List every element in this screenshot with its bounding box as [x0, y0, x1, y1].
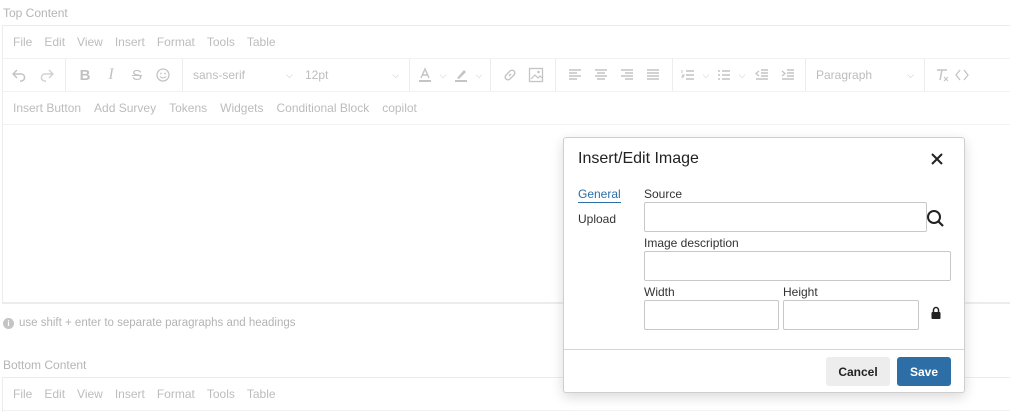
align-left-icon[interactable]	[562, 63, 588, 87]
block-format-value: Paragraph	[816, 68, 873, 82]
strikethrough-icon[interactable]: S	[124, 63, 150, 87]
copilot-button[interactable]: copilot	[382, 101, 417, 115]
menu-insert[interactable]: Insert	[115, 387, 145, 401]
menu-insert[interactable]: Insert	[115, 35, 145, 49]
height-label: Height	[783, 285, 818, 299]
top-content-label: Top Content	[3, 6, 68, 20]
dialog-footer	[564, 349, 964, 350]
font-size-value: 12pt	[305, 68, 329, 82]
numbered-list-icon[interactable]	[677, 63, 699, 87]
insert-image-dialog: Insert/Edit Image General Upload Source …	[563, 137, 965, 393]
align-center-icon[interactable]	[588, 63, 614, 87]
menu-file[interactable]: File	[13, 387, 32, 401]
width-input[interactable]	[644, 300, 779, 330]
tab-upload[interactable]: Upload	[578, 212, 621, 226]
highlight-icon[interactable]	[450, 63, 472, 87]
code-icon[interactable]	[955, 63, 975, 87]
italic-icon[interactable]: I	[98, 63, 124, 87]
top-menubar: File Edit View Insert Format Tools Table	[3, 26, 1010, 59]
custom-toolbar: Insert Button Add Survey Tokens Widgets …	[3, 92, 1010, 125]
menu-view[interactable]: View	[77, 387, 103, 401]
image-icon[interactable]	[523, 63, 549, 87]
menu-tools[interactable]: Tools	[207, 387, 235, 401]
chevron-down-icon: ⌵	[907, 69, 914, 80]
menu-file[interactable]: File	[13, 35, 32, 49]
indent-icon[interactable]	[775, 63, 801, 87]
block-format-select[interactable]: Paragraph ⌵	[810, 63, 920, 87]
save-button[interactable]: Save	[897, 357, 951, 386]
emoji-icon[interactable]	[150, 63, 176, 87]
outdent-icon[interactable]	[749, 63, 775, 87]
chevron-down-icon: ⌵	[392, 69, 399, 80]
cancel-button[interactable]: Cancel	[826, 357, 890, 386]
menu-format[interactable]: Format	[157, 35, 195, 49]
source-input[interactable]	[644, 202, 927, 232]
menu-tools[interactable]: Tools	[207, 35, 235, 49]
top-toolbar: B I S sans-serif ⌵ 12pt ⌵ ⌵ ⌵ ⌵ ⌵ Paragr…	[3, 59, 1010, 92]
search-icon[interactable]	[926, 209, 946, 229]
bottom-content-label: Bottom Content	[3, 358, 87, 372]
width-label: Width	[644, 285, 675, 299]
justify-icon[interactable]	[640, 63, 666, 87]
dialog-title: Insert/Edit Image	[578, 150, 699, 167]
close-icon[interactable]	[930, 152, 944, 166]
tokens-button[interactable]: Tokens	[169, 101, 207, 115]
tab-general[interactable]: General	[578, 187, 621, 203]
link-icon[interactable]	[497, 63, 523, 87]
text-color-icon[interactable]	[414, 63, 436, 87]
source-label: Source	[644, 187, 683, 201]
menu-edit[interactable]: Edit	[44, 387, 65, 401]
hint-text: use shift + enter to separate paragraphs…	[19, 317, 296, 329]
font-size-select[interactable]: 12pt ⌵	[299, 63, 405, 87]
chevron-down-icon[interactable]: ⌵	[472, 63, 486, 87]
font-family-select[interactable]: sans-serif ⌵	[187, 63, 299, 87]
widgets-button[interactable]: Widgets	[220, 101, 263, 115]
clear-format-icon[interactable]	[929, 63, 955, 87]
lock-icon[interactable]	[930, 306, 942, 320]
menu-table[interactable]: Table	[247, 35, 276, 49]
description-label: Image description	[644, 236, 739, 250]
info-icon: i	[3, 317, 14, 329]
redo-icon[interactable]	[33, 63, 59, 87]
chevron-down-icon[interactable]: ⌵	[436, 63, 450, 87]
align-right-icon[interactable]	[614, 63, 640, 87]
description-input[interactable]	[644, 251, 951, 281]
menu-view[interactable]: View	[77, 35, 103, 49]
chevron-down-icon: ⌵	[286, 69, 293, 80]
bold-icon[interactable]: B	[72, 63, 98, 87]
conditional-block-button[interactable]: Conditional Block	[276, 101, 369, 115]
menu-format[interactable]: Format	[157, 387, 195, 401]
chevron-down-icon[interactable]: ⌵	[735, 63, 749, 87]
editor-hint: i use shift + enter to separate paragrap…	[3, 317, 296, 329]
menu-table[interactable]: Table	[247, 387, 276, 401]
menu-edit[interactable]: Edit	[44, 35, 65, 49]
add-survey-button[interactable]: Add Survey	[94, 101, 156, 115]
insert-button-button[interactable]: Insert Button	[13, 101, 81, 115]
undo-icon[interactable]	[7, 63, 33, 87]
bullet-list-icon[interactable]	[713, 63, 735, 87]
chevron-down-icon[interactable]: ⌵	[699, 63, 713, 87]
dialog-tabs: General Upload	[578, 187, 621, 235]
font-family-value: sans-serif	[193, 68, 246, 82]
height-input[interactable]	[783, 300, 919, 330]
